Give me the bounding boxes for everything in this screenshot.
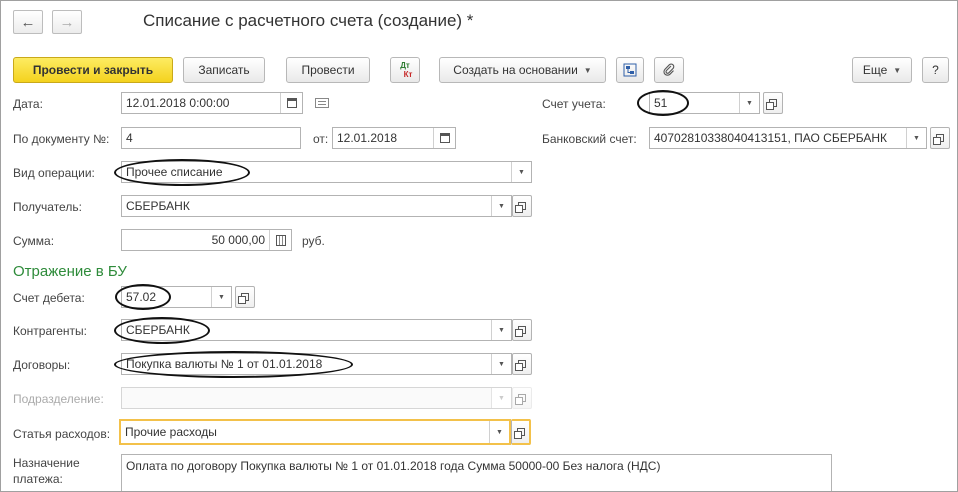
open-icon xyxy=(515,202,526,213)
doc-no-value: 4 xyxy=(126,131,133,145)
chevron-down-icon: ▼ xyxy=(583,65,592,75)
forward-button[interactable]: → xyxy=(52,10,82,34)
chevron-down-icon: ▼ xyxy=(893,65,902,75)
operation-field[interactable]: Прочее списание ▼ xyxy=(121,161,532,183)
document-window: ← → Списание с расчетного счета (создани… xyxy=(0,0,958,492)
chevron-down-icon[interactable]: ▼ xyxy=(211,287,231,307)
calendar-icon xyxy=(286,98,297,108)
date-label: Дата: xyxy=(13,97,43,111)
create-based-on-label: Создать на основании xyxy=(453,63,578,77)
comment-button[interactable] xyxy=(315,98,329,108)
chevron-down-icon[interactable]: ▼ xyxy=(906,128,926,148)
dt-label: Дт xyxy=(400,61,410,70)
expense-item-open-button[interactable] xyxy=(511,419,531,445)
section-title: Отражение в БУ xyxy=(13,263,127,280)
account-label: Счет учета: xyxy=(542,97,606,111)
department-field: ▼ xyxy=(121,387,512,409)
contracts-value: Покупка валюты № 1 от 01.01.2018 xyxy=(126,357,323,371)
page-title: Списание с расчетного счета (создание) * xyxy=(143,11,474,30)
back-button[interactable]: ← xyxy=(13,10,43,34)
department-open-button xyxy=(512,387,532,409)
amount-value: 50 000,00 xyxy=(211,233,265,247)
open-icon xyxy=(515,326,526,337)
debit-account-label: Счет дебета: xyxy=(13,291,85,305)
open-icon xyxy=(515,360,526,371)
calculator-button[interactable] xyxy=(269,230,291,250)
more-label: Еще xyxy=(862,63,888,77)
doc-no-field[interactable]: 4 xyxy=(121,127,301,149)
debit-account-field[interactable]: 57.02 ▼ xyxy=(121,286,232,308)
create-based-on-button[interactable]: Создать на основании ▼ xyxy=(439,57,606,83)
counterparties-open-button[interactable] xyxy=(512,319,532,341)
account-value: 51 xyxy=(654,96,668,110)
more-button[interactable]: Еще ▼ xyxy=(852,57,912,83)
currency-label: руб. xyxy=(302,234,325,248)
doc-date-label: от: xyxy=(313,132,329,146)
save-button[interactable]: Записать xyxy=(183,57,265,83)
help-button[interactable]: ? xyxy=(922,57,949,83)
counterparties-label: Контрагенты: xyxy=(13,324,88,338)
chevron-down-icon[interactable]: ▼ xyxy=(491,196,511,216)
post-and-close-button[interactable]: Провести и закрыть xyxy=(13,57,173,83)
dt-kt-button[interactable]: Дт Кт xyxy=(390,57,420,83)
post-button[interactable]: Провести xyxy=(286,57,370,83)
contracts-label: Договоры: xyxy=(13,358,71,372)
recipient-open-button[interactable] xyxy=(512,195,532,217)
open-icon xyxy=(513,428,525,439)
counterparties-value: СБЕРБАНК xyxy=(126,323,190,337)
attach-button[interactable] xyxy=(654,57,684,83)
chevron-down-icon[interactable]: ▼ xyxy=(739,93,759,113)
calculator-icon xyxy=(275,234,286,246)
open-icon xyxy=(766,99,777,110)
calendar-button[interactable] xyxy=(280,93,302,113)
expense-item-label: Статья расходов: xyxy=(13,427,111,441)
recipient-label: Получатель: xyxy=(13,200,82,214)
expense-item-field[interactable]: Прочие расходы ▼ xyxy=(119,419,511,445)
counterparties-field[interactable]: СБЕРБАНК ▼ xyxy=(121,319,512,341)
open-icon xyxy=(515,394,526,405)
purpose-label-line1: Назначение xyxy=(13,456,80,470)
department-label: Подразделение: xyxy=(13,392,104,406)
chevron-down-icon: ▼ xyxy=(491,388,511,408)
amount-label: Сумма: xyxy=(13,234,55,248)
account-field[interactable]: 51 ▼ xyxy=(649,92,760,114)
open-icon xyxy=(933,134,944,145)
kt-label: Кт xyxy=(403,70,413,79)
date-value: 12.01.2018 0:00:00 xyxy=(126,96,230,110)
chevron-down-icon[interactable]: ▼ xyxy=(511,162,531,182)
contracts-field[interactable]: Покупка валюты № 1 от 01.01.2018 ▼ xyxy=(121,353,512,375)
bank-account-label: Банковский счет: xyxy=(542,132,637,146)
arrow-right-icon: → xyxy=(59,13,75,31)
debit-account-value: 57.02 xyxy=(126,290,157,304)
purpose-textarea[interactable]: Оплата по договору Покупка валюты № 1 от… xyxy=(121,454,832,491)
recipient-field[interactable]: СБЕРБАНК ▼ xyxy=(121,195,512,217)
structure-icon xyxy=(623,63,637,77)
structure-button[interactable] xyxy=(616,57,644,83)
expense-item-value: Прочие расходы xyxy=(125,425,217,439)
doc-date-value: 12.01.2018 xyxy=(337,131,398,145)
chevron-down-icon[interactable]: ▼ xyxy=(489,421,509,443)
arrow-left-icon: ← xyxy=(20,13,36,31)
debit-account-open-button[interactable] xyxy=(235,286,255,308)
chevron-down-icon[interactable]: ▼ xyxy=(491,320,511,340)
account-open-button[interactable] xyxy=(763,92,783,114)
amount-field[interactable]: 50 000,00 xyxy=(121,229,292,251)
purpose-label-line2: платежа: xyxy=(13,472,63,486)
chevron-down-icon[interactable]: ▼ xyxy=(491,354,511,374)
doc-date-field[interactable]: 12.01.2018 xyxy=(332,127,456,149)
open-icon xyxy=(238,293,249,304)
recipient-value: СБЕРБАНК xyxy=(126,199,190,213)
comment-icon xyxy=(315,98,329,108)
doc-no-label: По документу №: xyxy=(13,132,110,146)
calendar-button[interactable] xyxy=(433,128,455,148)
bank-account-value: 40702810338040413151, ПАО СБЕРБАНК xyxy=(654,131,887,145)
bank-account-open-button[interactable] xyxy=(930,127,950,149)
contracts-open-button[interactable] xyxy=(512,353,532,375)
date-field[interactable]: 12.01.2018 0:00:00 xyxy=(121,92,303,114)
operation-value: Прочее списание xyxy=(126,165,223,179)
bank-account-field[interactable]: 40702810338040413151, ПАО СБЕРБАНК ▼ xyxy=(649,127,927,149)
calendar-icon xyxy=(439,133,450,143)
operation-label: Вид операции: xyxy=(13,166,95,180)
paperclip-icon xyxy=(663,63,675,76)
